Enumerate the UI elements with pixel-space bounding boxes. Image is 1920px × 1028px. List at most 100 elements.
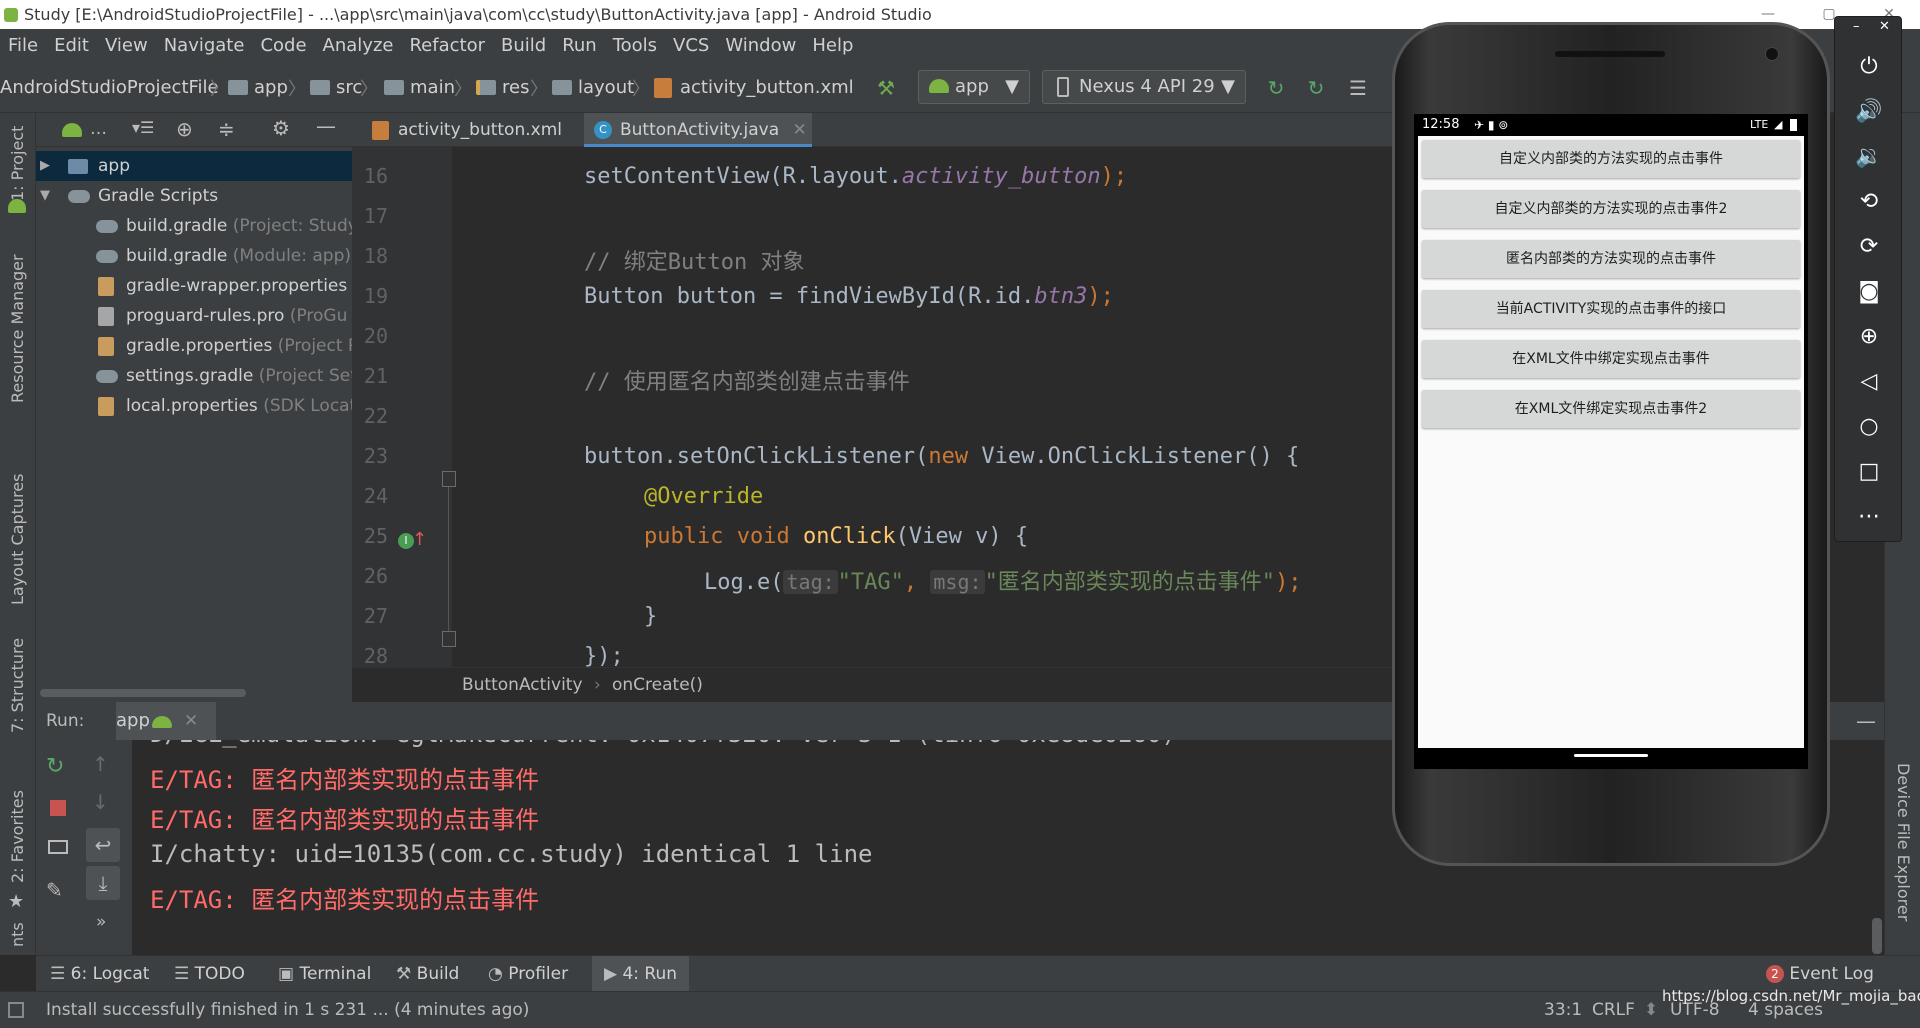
tab-structure[interactable]: 7: Structure — [8, 638, 27, 733]
tab-logcat[interactable]: ☰ 6: Logcat — [50, 956, 149, 992]
power-icon[interactable]: ⏻ — [1849, 47, 1889, 87]
vertical-scrollbar[interactable] — [1872, 918, 1882, 954]
collapse-all-icon[interactable]: ≑ — [218, 117, 235, 141]
down-arrow-icon[interactable]: ↓ — [92, 790, 109, 814]
breadcrumb-method[interactable]: onCreate() — [612, 668, 703, 702]
tree-item-build-gradle-project[interactable]: build.gradle (Project: Study — [36, 211, 352, 241]
android-view-icon[interactable] — [62, 123, 82, 137]
hammer-build-icon[interactable]: ⚒ — [872, 74, 900, 102]
menu-refactor[interactable]: Refactor — [401, 29, 493, 63]
home-icon[interactable]: ○ — [1849, 407, 1889, 447]
camera-screenshot-icon[interactable]: ◙ — [1849, 272, 1889, 312]
breadcrumb-root[interactable]: AndroidStudioProjectFile — [0, 75, 219, 101]
tab-profiler[interactable]: ◔ Profiler — [488, 956, 568, 992]
close-emulator-icon[interactable]: ✕ — [1879, 19, 1890, 34]
rotate-right-icon[interactable]: ⟳ — [1849, 227, 1889, 267]
more-options-icon[interactable]: ⋯ — [1849, 497, 1889, 537]
code-line-23[interactable]: button.setOnClickListener(new View.OnCli… — [584, 444, 1299, 469]
button-anonymous-inner-class[interactable]: 匿名内部类的方法实现的点击事件 — [1422, 240, 1800, 278]
menu-tools[interactable]: Tools — [605, 29, 665, 63]
code-line-27[interactable]: } — [644, 604, 657, 629]
breadcrumb-file[interactable]: activity_button.xml — [654, 75, 854, 101]
tree-item-app[interactable]: ▶ app — [36, 151, 352, 181]
tab-project[interactable]: 1: Project — [8, 126, 27, 201]
menu-analyze[interactable]: Analyze — [315, 29, 402, 63]
emulator-screen[interactable]: 12:58 ✈ ▮ ⊚ LTE ◢ 自定义内部类的方法实现的点击事件 自定义内部… — [1414, 114, 1808, 769]
settings-gear-icon[interactable]: ⚙ — [272, 116, 290, 140]
override-arrow-icon[interactable]: ↑ — [412, 529, 427, 550]
fold-marker-icon[interactable] — [442, 631, 456, 647]
breadcrumb-main[interactable]: main — [384, 75, 455, 101]
close-tab-icon[interactable]: ✕ — [793, 120, 807, 140]
tab-build[interactable]: ⚒ Build — [396, 956, 459, 992]
hide-panel-icon[interactable]: — — [316, 114, 336, 138]
more-actions-icon[interactable]: » — [96, 912, 106, 932]
run-config-select[interactable]: app ▼ — [918, 70, 1030, 104]
tab-terminal[interactable]: ▣ Terminal — [278, 956, 371, 992]
code-line-28[interactable]: }); — [584, 644, 624, 669]
apply-changes-restart-icon[interactable]: ↻ — [1262, 74, 1290, 102]
button-activity-interface[interactable]: 当前ACTIVITY实现的点击事件的接口 — [1422, 290, 1800, 328]
tab-run[interactable]: ▶ 4: Run — [592, 956, 690, 992]
tree-item-local-properties[interactable]: local.properties (SDK Locat — [36, 391, 352, 421]
scroll-to-end-icon[interactable]: ⤓ — [86, 866, 120, 900]
code-line-21[interactable]: // 使用匿名内部类创建点击事件 — [584, 364, 910, 396]
overview-icon[interactable]: □ — [1849, 452, 1889, 492]
back-icon[interactable]: ◁ — [1849, 362, 1889, 402]
pin-icon[interactable]: ✎ — [46, 878, 63, 902]
menu-file[interactable]: File — [0, 29, 46, 63]
layout-icon[interactable] — [48, 840, 68, 854]
tab-button-activity-java[interactable]: C ButtonActivity.java ✕ — [584, 113, 812, 147]
phone-gesture-bar[interactable] — [1414, 748, 1808, 769]
tab-layout-captures[interactable]: Layout Captures — [8, 474, 27, 605]
hide-panel-icon[interactable]: — — [1856, 702, 1876, 740]
breadcrumb-class[interactable]: ButtonActivity — [462, 668, 583, 702]
menu-run[interactable]: Run — [554, 29, 605, 63]
home-gesture-handle[interactable] — [1574, 754, 1648, 757]
tree-item-gradle-properties[interactable]: gradle.properties (Project P — [36, 331, 352, 361]
rerun-icon[interactable]: ↻ — [46, 754, 64, 779]
tab-favorites[interactable]: 2: Favorites — [8, 790, 27, 883]
status-layout-icon[interactable] — [8, 1002, 24, 1018]
up-arrow-icon[interactable]: ↑ — [92, 752, 109, 776]
code-line-16[interactable]: setContentView(R.layout.activity_button)… — [584, 164, 1127, 189]
tree-item-gradle-scripts[interactable]: ▼ Gradle Scripts — [36, 181, 352, 211]
button-custom-inner-class-2[interactable]: 自定义内部类的方法实现的点击事件2 — [1422, 190, 1800, 228]
breadcrumb-src[interactable]: src — [310, 75, 362, 101]
menu-help[interactable]: Help — [804, 29, 861, 63]
collapse-options-icon[interactable]: ▾☰ — [132, 118, 154, 137]
code-line-19[interactable]: Button button = findViewById(R.id.btn3); — [584, 284, 1114, 309]
tree-item-settings-gradle[interactable]: settings.gradle (Project Set — [36, 361, 352, 391]
minimize-emulator-icon[interactable]: – — [1853, 19, 1860, 34]
menu-build[interactable]: Build — [493, 29, 554, 63]
run-tab-app[interactable]: app — [116, 702, 216, 740]
code-line-26[interactable]: Log.e(tag: "TAG", msg: "匿名内部类实现的点击事件"); — [704, 564, 1302, 596]
stop-icon[interactable] — [50, 800, 66, 816]
button-xml-bind-2[interactable]: 在XML文件绑定实现点击事件2 — [1422, 390, 1800, 428]
breadcrumb-res[interactable]: res — [476, 75, 529, 101]
tab-build-variants[interactable]: nts — [8, 922, 27, 947]
menu-vcs[interactable]: VCS — [665, 29, 717, 63]
tab-resource-manager[interactable]: Resource Manager — [8, 254, 27, 403]
code-line-24[interactable]: @Override — [644, 484, 763, 509]
code-line-25[interactable]: public void onClick(View v) { — [644, 524, 1028, 549]
fold-marker-icon[interactable] — [442, 471, 456, 487]
caret-position[interactable]: 33:1 — [1544, 992, 1582, 1028]
menu-code[interactable]: Code — [252, 29, 314, 63]
soft-wrap-icon[interactable]: ↩ — [86, 828, 120, 862]
tab-activity-button-xml[interactable]: activity_button.xml ✕ — [362, 113, 580, 174]
tree-item-gradle-wrapper[interactable]: gradle-wrapper.properties — [36, 271, 352, 301]
rotate-left-icon[interactable]: ⟲ — [1849, 182, 1889, 222]
code-line-18[interactable]: // 绑定Button 对象 — [584, 244, 804, 276]
button-xml-bind[interactable]: 在XML文件中绑定实现点击事件 — [1422, 340, 1800, 378]
device-select[interactable]: Nexus 4 API 29 ▼ — [1042, 70, 1246, 104]
horizontal-scrollbar[interactable] — [40, 689, 246, 697]
zoom-icon[interactable]: ⊕ — [1849, 317, 1889, 357]
apply-code-changes-icon[interactable]: ↻ — [1302, 74, 1330, 102]
breadcrumb-layout[interactable]: layout — [552, 75, 634, 101]
logcat-toolbar-icon[interactable]: ☰ — [1344, 74, 1372, 102]
menu-view[interactable]: View — [97, 29, 156, 63]
button-custom-inner-class[interactable]: 自定义内部类的方法实现的点击事件 — [1422, 140, 1800, 178]
menu-edit[interactable]: Edit — [46, 29, 97, 63]
device-file-explorer-tab[interactable]: Device File Explorer — [1894, 763, 1913, 921]
